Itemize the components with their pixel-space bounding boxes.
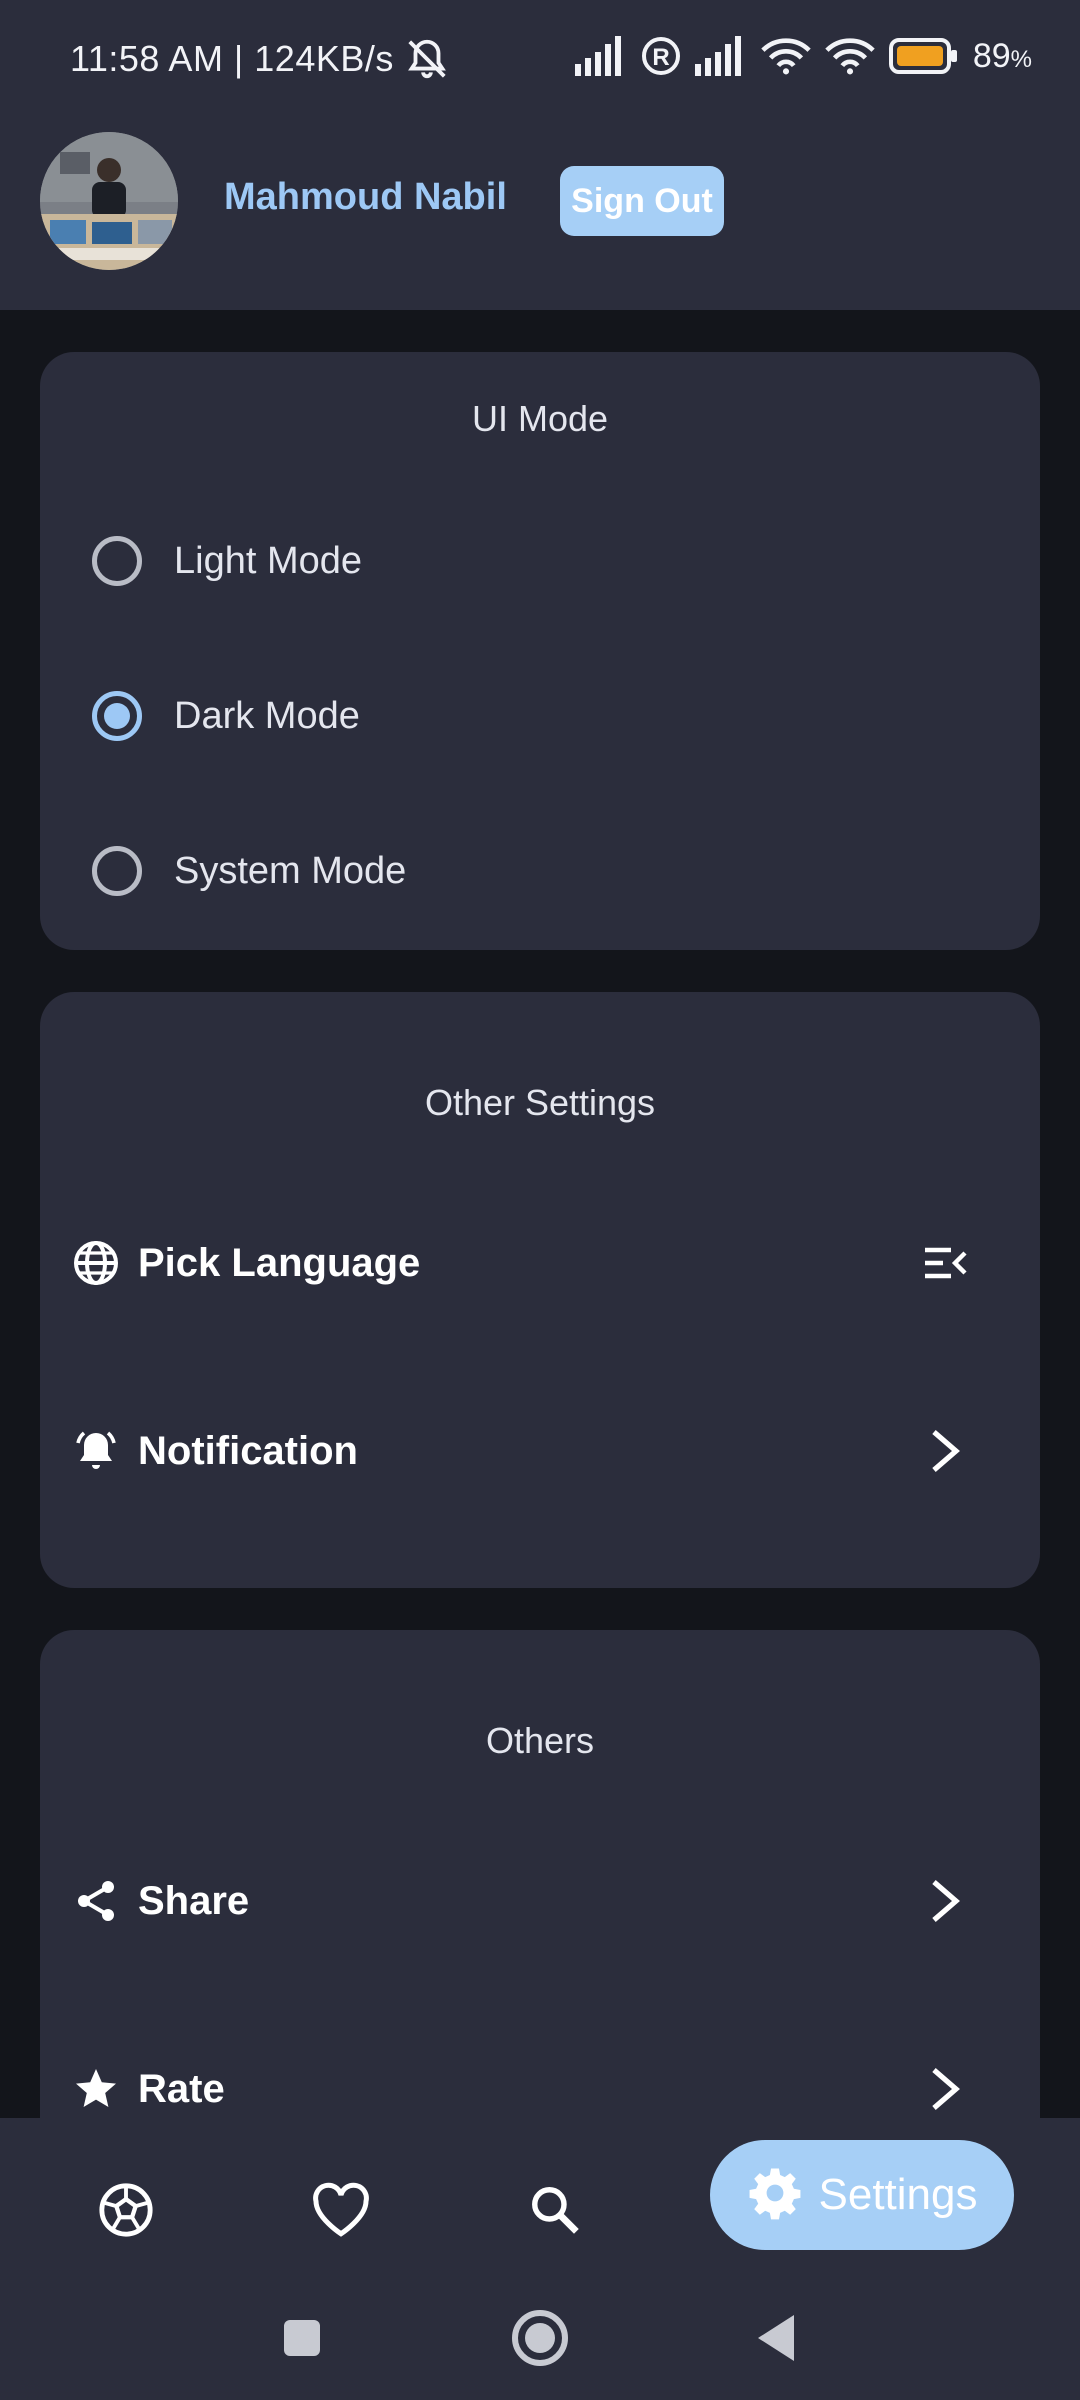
chevron-right-icon[interactable] [920,2064,970,2114]
setting-label: Share [138,1878,250,1923]
radio-button[interactable] [92,846,142,896]
other-settings-card: Other Settings Pick Language Notificatio… [40,992,1040,1588]
avatar[interactable] [40,132,178,270]
heart-icon [311,2182,371,2243]
back-button[interactable] [736,2298,816,2378]
nav-settings[interactable]: Settings [710,2140,1014,2250]
radio-label: Light Mode [174,539,363,582]
nav-favorites[interactable] [291,2162,391,2262]
radio-button-selected[interactable] [92,691,142,741]
nav-settings-label: Settings [818,2170,978,2219]
bell-icon [70,1425,122,1477]
svg-text:R: R [652,44,669,71]
radio-button[interactable] [92,536,142,586]
radio-label: Dark Mode [174,694,360,737]
star-icon [70,2063,122,2115]
radio-label: System Mode [174,849,407,892]
status-icons: R 89% [574,36,1032,76]
others-card: Others Share Rate [40,1630,1040,2190]
signal-icon-2 [694,36,741,76]
wifi-icon [825,38,875,75]
chevron-right-icon[interactable] [920,1876,970,1926]
pick-language-row[interactable]: Pick Language [70,1218,1010,1308]
status-bar: 11:58 AM | 124KB/s R 89% [0,0,1080,120]
other-settings-title: Other Settings [424,1082,656,1123]
soccer-ball-icon [97,2181,155,2244]
status-time: 11:58 AM | 124KB/s [70,38,394,79]
radio-system-mode[interactable]: System Mode [92,846,406,896]
setting-label: Pick Language [138,1240,421,1285]
recents-button[interactable] [262,2298,342,2378]
setting-label: Notification [138,1428,358,1473]
wifi-link-icon [761,38,811,75]
sign-out-button[interactable]: Sign Out [560,166,724,236]
gear-icon [747,2165,803,2226]
others-title: Others [485,1720,595,1761]
signal-icon [574,36,621,76]
notification-row[interactable]: Notification [70,1406,1010,1496]
bottom-nav: Settings [0,2118,1080,2400]
app-header: 11:58 AM | 124KB/s R 89% Mahmoud Nabil S… [0,0,1080,310]
nav-search[interactable] [505,2162,605,2262]
share-row[interactable]: Share [70,1856,1010,1946]
home-button[interactable] [500,2298,580,2378]
ui-mode-card: UI Mode Light Mode Dark Mode System Mode [40,352,1040,950]
nav-matches[interactable] [76,2162,176,2262]
chevron-right-icon[interactable] [920,1426,970,1476]
share-icon [70,1875,122,1927]
radio-light-mode[interactable]: Light Mode [92,536,362,586]
battery-icon [888,38,957,74]
user-name: Mahmoud Nabil [224,176,507,218]
search-icon [528,2183,582,2242]
roaming-icon: R [641,37,680,75]
menu-collapse-icon[interactable] [920,1238,970,1288]
battery-percent: 89% [972,36,1032,75]
globe-icon [70,1237,122,1289]
mute-icon [404,36,450,87]
setting-label: Rate [138,2066,225,2111]
radio-dark-mode[interactable]: Dark Mode [92,691,360,741]
ui-mode-title: UI Mode [471,398,609,439]
